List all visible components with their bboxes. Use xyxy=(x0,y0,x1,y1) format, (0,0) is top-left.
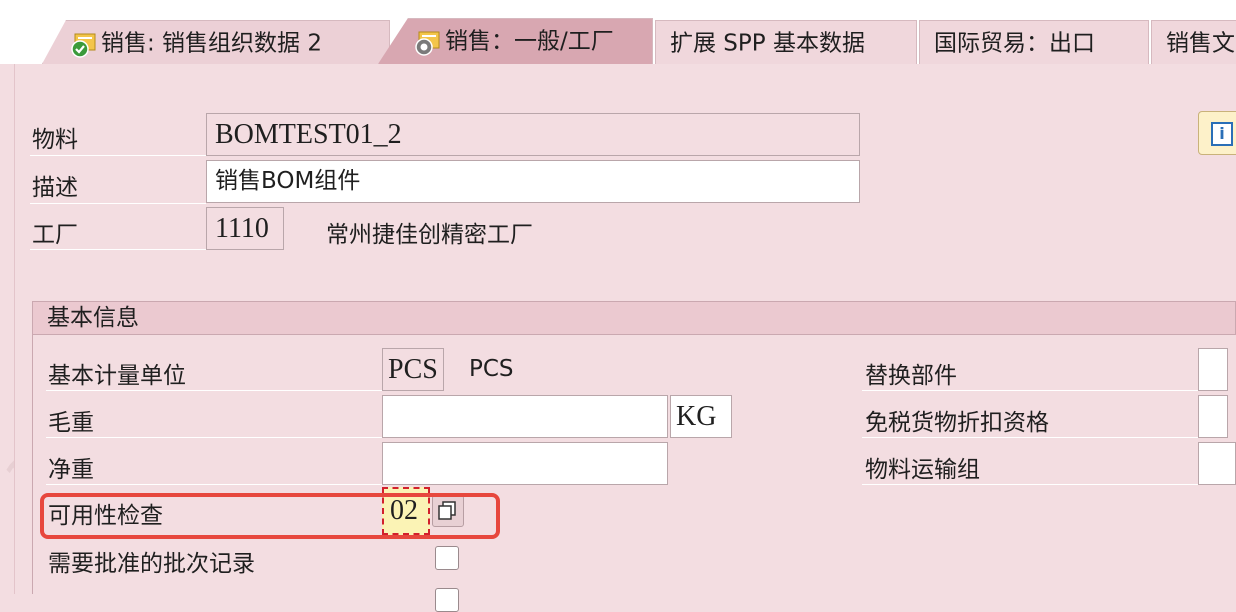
batch-record-checkbox[interactable] xyxy=(435,546,459,570)
group-basic-info-header: 基本信息 xyxy=(32,301,1236,335)
tab-sales-text[interactable]: 销售文 xyxy=(1151,20,1236,64)
base-uom-field: PCS xyxy=(382,348,444,391)
transport-group-label: 物料运输组 xyxy=(865,457,980,483)
net-weight-field[interactable] xyxy=(382,442,668,485)
next-checkbox[interactable] xyxy=(435,588,459,612)
gross-weight-label: 毛重 xyxy=(48,410,94,436)
tab-sales-org-data-2[interactable]: 销售: 销售组织数据 2 xyxy=(42,20,390,64)
plant-label: 工厂 xyxy=(32,222,78,248)
label-underline xyxy=(30,155,206,156)
description-label: 描述 xyxy=(32,175,78,201)
gear-folder-icon xyxy=(415,27,441,56)
tab-label: 销售文 xyxy=(1166,30,1235,57)
transport-group-field[interactable] xyxy=(1198,442,1236,485)
label-underline xyxy=(30,203,206,204)
label-underline xyxy=(46,390,382,391)
tab-extended-spp-basic-data[interactable]: 扩展 SPP 基本数据 xyxy=(655,20,917,64)
plant-field: 1110 xyxy=(206,207,284,250)
label-underline xyxy=(46,484,382,485)
tab-foreign-trade-export[interactable]: 国际贸易：出口 xyxy=(919,20,1149,64)
highlight-annotation xyxy=(40,493,500,539)
label-underline xyxy=(46,437,382,438)
info-icon: i xyxy=(1211,122,1233,146)
base-uom-text: PCS xyxy=(469,356,514,382)
tab-label: 销售: 销售组织数据 2 xyxy=(101,30,323,57)
duty-free-field[interactable] xyxy=(1198,395,1228,438)
tab-strip: 销售: 销售组织数据 2 销售：一般/工厂 扩展 SPP 基本数据 国际贸易：出… xyxy=(0,0,1236,64)
material-field: BOMTEST01_2 xyxy=(206,113,860,156)
tab-label: 国际贸易：出口 xyxy=(934,30,1095,57)
tab-label: 扩展 SPP 基本数据 xyxy=(670,30,865,57)
weight-unit-field[interactable]: KG xyxy=(670,395,732,438)
tab-sales-general-plant[interactable]: 销售：一般/工厂 xyxy=(378,18,653,64)
replacement-part-field[interactable] xyxy=(1198,348,1228,391)
checkmark-folder-icon xyxy=(71,29,97,58)
label-underline xyxy=(862,484,1198,485)
gross-weight-field[interactable] xyxy=(382,395,668,438)
batch-record-label: 需要批准的批次记录 xyxy=(48,551,255,577)
duty-free-label: 免税货物折扣资格 xyxy=(865,410,1049,436)
net-weight-label: 净重 xyxy=(48,457,94,483)
label-underline xyxy=(30,249,206,250)
tab-label: 销售：一般/工厂 xyxy=(445,28,614,55)
label-underline xyxy=(862,390,1198,391)
label-underline xyxy=(862,437,1198,438)
replacement-part-label: 替换部件 xyxy=(865,363,957,389)
material-label: 物料 xyxy=(32,127,78,153)
base-uom-label: 基本计量单位 xyxy=(48,363,186,389)
description-field[interactable]: 销售BOM组件 xyxy=(206,160,860,203)
plant-name: 常州捷佳创精密工厂 xyxy=(326,222,533,248)
info-button[interactable]: i xyxy=(1198,111,1236,155)
